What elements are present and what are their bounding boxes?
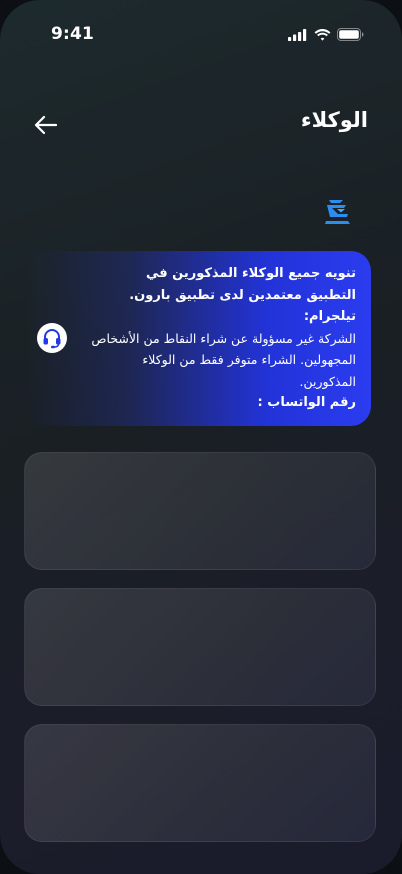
arrow-left-icon [34,115,58,135]
agent-card[interactable] [24,724,376,842]
status-bar: 9:41 [0,0,402,70]
agents-screen: 9:41 الوكلاء تنويه جميع الوكلاء المذكوري… [0,0,402,874]
telegram-label: تيلجرام: [303,309,356,324]
back-button[interactable] [30,110,62,140]
notice-heading-line2: التطبيق معتمدين لدى تطبيق بارون. [129,287,356,303]
brand-logo-icon [322,197,352,227]
notice-text: تنويه جميع الوكلاء المذكورين في التطبيق … [86,263,356,414]
headset-support-icon[interactable] [37,323,67,353]
agent-card[interactable] [24,588,376,706]
wifi-icon [314,28,331,41]
status-time: 9:41 [51,24,95,44]
notice-card: تنويه جميع الوكلاء المذكورين في التطبيق … [26,251,371,426]
page-title: الوكلاء [300,108,368,132]
notice-body: الشركة غير مسؤولة عن شراء النقاط من الأش… [91,330,356,389]
battery-icon [337,28,364,41]
agent-card[interactable] [24,452,376,570]
status-icons [288,28,364,41]
notice-heading-line1: تنويه جميع الوكلاء المذكورين في [145,266,356,281]
whatsapp-label: رقم الواتساب : [257,395,356,410]
signal-icon [288,28,307,41]
